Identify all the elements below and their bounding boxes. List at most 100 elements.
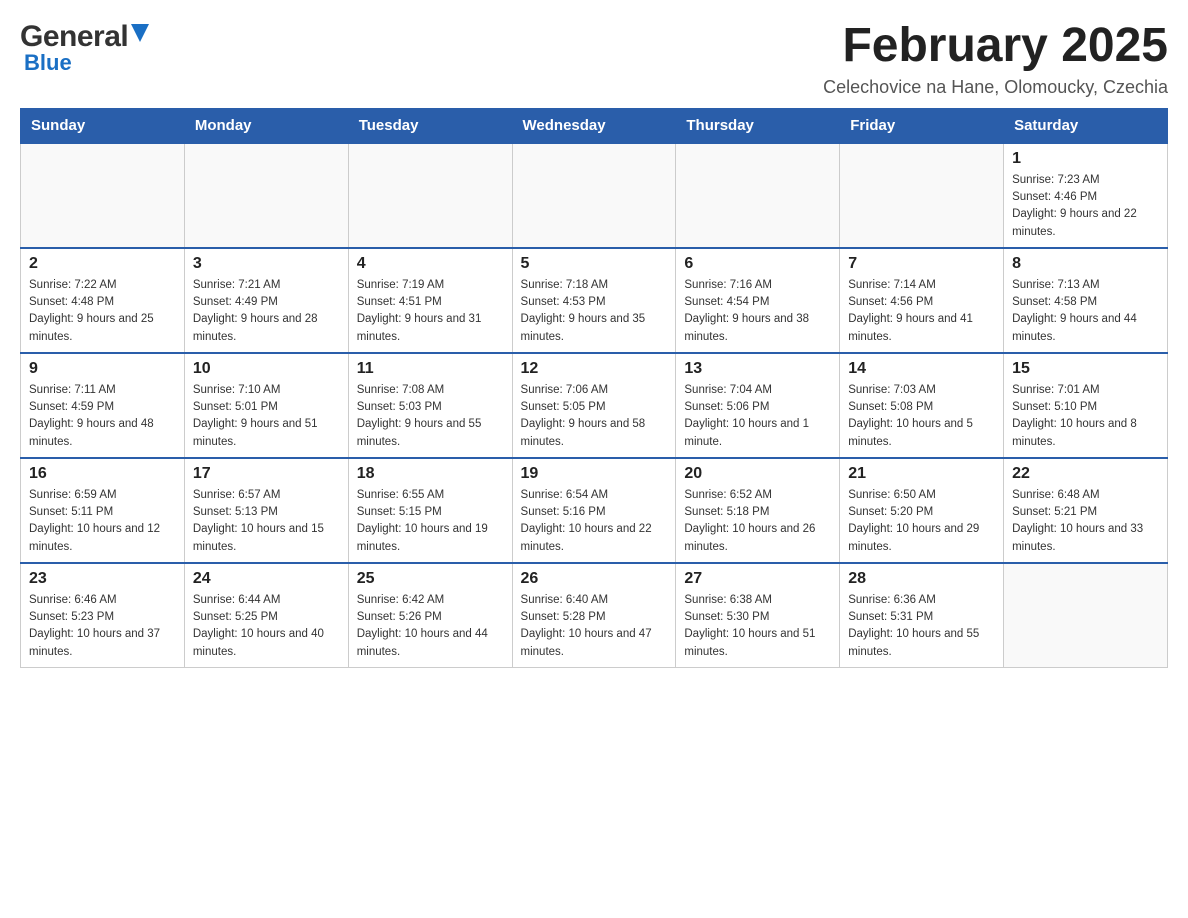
day-info: Sunrise: 7:22 AMSunset: 4:48 PMDaylight:… xyxy=(29,277,176,346)
daylight-text: Daylight: 9 hours and 31 minutes. xyxy=(357,313,482,342)
daylight-text: Daylight: 10 hours and 55 minutes. xyxy=(848,628,979,657)
day-info: Sunrise: 6:42 AMSunset: 5:26 PMDaylight:… xyxy=(357,592,504,661)
sunrise-text: Sunrise: 6:55 AM xyxy=(357,489,445,501)
daylight-text: Daylight: 9 hours and 51 minutes. xyxy=(193,418,318,447)
sunset-text: Sunset: 5:16 PM xyxy=(521,506,606,518)
day-info: Sunrise: 7:16 AM Sunset: 4:54 PM Daylight:… xyxy=(684,277,831,346)
sunrise-text: Sunrise: 6:52 AM xyxy=(684,489,772,501)
sunrise-text: Sunrise: 7:06 AM xyxy=(521,384,609,396)
day-info: Sunrise: 7:03 AMSunset: 5:08 PMDaylight:… xyxy=(848,382,995,451)
sunset-text: Sunset: 5:28 PM xyxy=(521,611,606,623)
day-number: 24 xyxy=(193,570,340,588)
day-info: Sunrise: 7:19 AMSunset: 4:51 PMDaylight:… xyxy=(357,277,504,346)
day-info: Sunrise: 6:55 AMSunset: 5:15 PMDaylight:… xyxy=(357,487,504,556)
day-number: 9 xyxy=(29,360,176,378)
day-number: 1 xyxy=(1012,150,1159,168)
table-row: 6 Sunrise: 7:16 AM Sunset: 4:54 PM Daylight… xyxy=(676,248,840,353)
daylight-text: Daylight: 10 hours and 1 minute. xyxy=(684,418,809,447)
table-row: 4 Sunrise: 7:19 AMSunset: 4:51 PMDaylight… xyxy=(348,248,512,353)
table-row xyxy=(184,143,348,248)
day-info: Sunrise: 6:44 AMSunset: 5:25 PMDaylight:… xyxy=(193,592,340,661)
day-number: 4 xyxy=(357,255,504,273)
day-info: Sunrise: 7:23 AMSunset: 4:46 PMDaylight:… xyxy=(1012,172,1159,241)
table-row xyxy=(512,143,676,248)
sunrise-text: Sunrise: 6:44 AM xyxy=(193,594,281,606)
table-row: 8Sunrise: 7:13 AMSunset: 4:58 PMDaylight… xyxy=(1004,248,1168,353)
sunrise-text: Sunrise: 6:42 AM xyxy=(357,594,445,606)
col-sunday: Sunday xyxy=(21,108,185,143)
day-number: 18 xyxy=(357,465,504,483)
day-number: 22 xyxy=(1012,465,1159,483)
sunrise-text: Sunrise: 7:19 AM xyxy=(357,279,445,291)
day-info: Sunrise: 6:36 AMSunset: 5:31 PMDaylight:… xyxy=(848,592,995,661)
day-number: 11 xyxy=(357,360,504,378)
daylight-text: Daylight: 9 hours and 38 minutes. xyxy=(684,313,809,342)
sunrise-text: Sunrise: 7:11 AM xyxy=(29,384,116,396)
table-row xyxy=(348,143,512,248)
table-row: 1 Sunrise: 7:23 AMSunset: 4:46 PMDaylight… xyxy=(1004,143,1168,248)
table-row xyxy=(676,143,840,248)
calendar-week-row: 1 Sunrise: 7:23 AMSunset: 4:46 PMDaylight… xyxy=(21,143,1168,248)
day-number: 26 xyxy=(521,570,668,588)
logo: General Blue xyxy=(20,20,149,76)
table-row: 27 Sunrise: 6:38 AMSunset: 5:30 PMDayligh… xyxy=(676,563,840,668)
daylight-text: Daylight: 10 hours and 26 minutes. xyxy=(684,523,815,552)
table-row: 26Sunrise: 6:40 AMSunset: 5:28 PMDayligh… xyxy=(512,563,676,668)
table-row xyxy=(840,143,1004,248)
daylight-text: Daylight: 9 hours and 41 minutes. xyxy=(848,313,973,342)
sunrise-text: Sunrise: 6:48 AM xyxy=(1012,489,1100,501)
table-row: 17Sunrise: 6:57 AMSunset: 5:13 PMDayligh… xyxy=(184,458,348,563)
sunset-text: Sunset: 4:58 PM xyxy=(1012,296,1097,308)
daylight-text: Daylight: 9 hours and 48 minutes. xyxy=(29,418,154,447)
day-number: 27 xyxy=(684,570,831,588)
sunset-text: Sunset: 5:08 PM xyxy=(848,401,933,413)
daylight-text: Daylight: 10 hours and 15 minutes. xyxy=(193,523,324,552)
table-row: 5Sunrise: 7:18 AMSunset: 4:53 PMDaylight… xyxy=(512,248,676,353)
day-number: 13 xyxy=(684,360,831,378)
logo-image: General xyxy=(20,20,149,54)
sunrise-text: Sunrise: 7:21 AM xyxy=(193,279,281,291)
table-row: 10Sunrise: 7:10 AMSunset: 5:01 PMDayligh… xyxy=(184,353,348,458)
day-number: 3 xyxy=(193,255,340,273)
daylight-text: Daylight: 10 hours and 33 minutes. xyxy=(1012,523,1143,552)
page-header: General Blue February 2025 Celechovice n… xyxy=(20,20,1168,98)
day-number: 25 xyxy=(357,570,504,588)
daylight-text: Daylight: 9 hours and 44 minutes. xyxy=(1012,313,1137,342)
day-info: Sunrise: 6:57 AMSunset: 5:13 PMDaylight:… xyxy=(193,487,340,556)
sunrise-text: Sunrise: 6:59 AM xyxy=(29,489,117,501)
col-tuesday: Tuesday xyxy=(348,108,512,143)
day-number: 8 xyxy=(1012,255,1159,273)
day-number: 12 xyxy=(521,360,668,378)
day-info: Sunrise: 6:59 AMSunset: 5:11 PMDaylight:… xyxy=(29,487,176,556)
sunrise-text: Sunrise: 7:03 AM xyxy=(848,384,936,396)
day-number: 19 xyxy=(521,465,668,483)
sunrise-text: Sunrise: 7:16 AM xyxy=(684,279,772,291)
col-saturday: Saturday xyxy=(1004,108,1168,143)
daylight-text: Daylight: 9 hours and 22 minutes. xyxy=(1012,208,1137,237)
sunset-text: Sunset: 4:54 PM xyxy=(684,296,769,308)
table-row: 14Sunrise: 7:03 AMSunset: 5:08 PMDayligh… xyxy=(840,353,1004,458)
daylight-text: Daylight: 9 hours and 55 minutes. xyxy=(357,418,482,447)
sunset-text: Sunset: 5:25 PM xyxy=(193,611,278,623)
day-info: Sunrise: 6:54 AMSunset: 5:16 PMDaylight:… xyxy=(521,487,668,556)
table-row xyxy=(21,143,185,248)
sunrise-text: Sunrise: 6:46 AM xyxy=(29,594,117,606)
day-number: 6 xyxy=(684,255,831,273)
sunrise-text: Sunrise: 6:50 AM xyxy=(848,489,936,501)
day-info: Sunrise: 6:38 AMSunset: 5:30 PMDaylight:… xyxy=(684,592,831,661)
daylight-text: Daylight: 10 hours and 12 minutes. xyxy=(29,523,160,552)
day-info: Sunrise: 7:08 AMSunset: 5:03 PMDaylight:… xyxy=(357,382,504,451)
sunset-text: Sunset: 4:48 PM xyxy=(29,296,114,308)
calendar-week-row: 23Sunrise: 6:46 AMSunset: 5:23 PMDayligh… xyxy=(21,563,1168,668)
day-number: 2 xyxy=(29,255,176,273)
logo-blue-text: Blue xyxy=(24,50,72,76)
day-info: Sunrise: 7:11 AMSunset: 4:59 PMDaylight:… xyxy=(29,382,176,451)
sunset-text: Sunset: 5:06 PM xyxy=(684,401,769,413)
sunrise-text: Sunrise: 6:36 AM xyxy=(848,594,936,606)
sunrise-text: Sunrise: 6:38 AM xyxy=(684,594,772,606)
sunset-text: Sunset: 5:18 PM xyxy=(684,506,769,518)
logo-general-text: General xyxy=(20,20,128,54)
table-row: 11 Sunrise: 7:08 AMSunset: 5:03 PMDayligh… xyxy=(348,353,512,458)
daylight-text: Daylight: 10 hours and 47 minutes. xyxy=(521,628,652,657)
table-row: 9 Sunrise: 7:11 AMSunset: 4:59 PMDaylight… xyxy=(21,353,185,458)
